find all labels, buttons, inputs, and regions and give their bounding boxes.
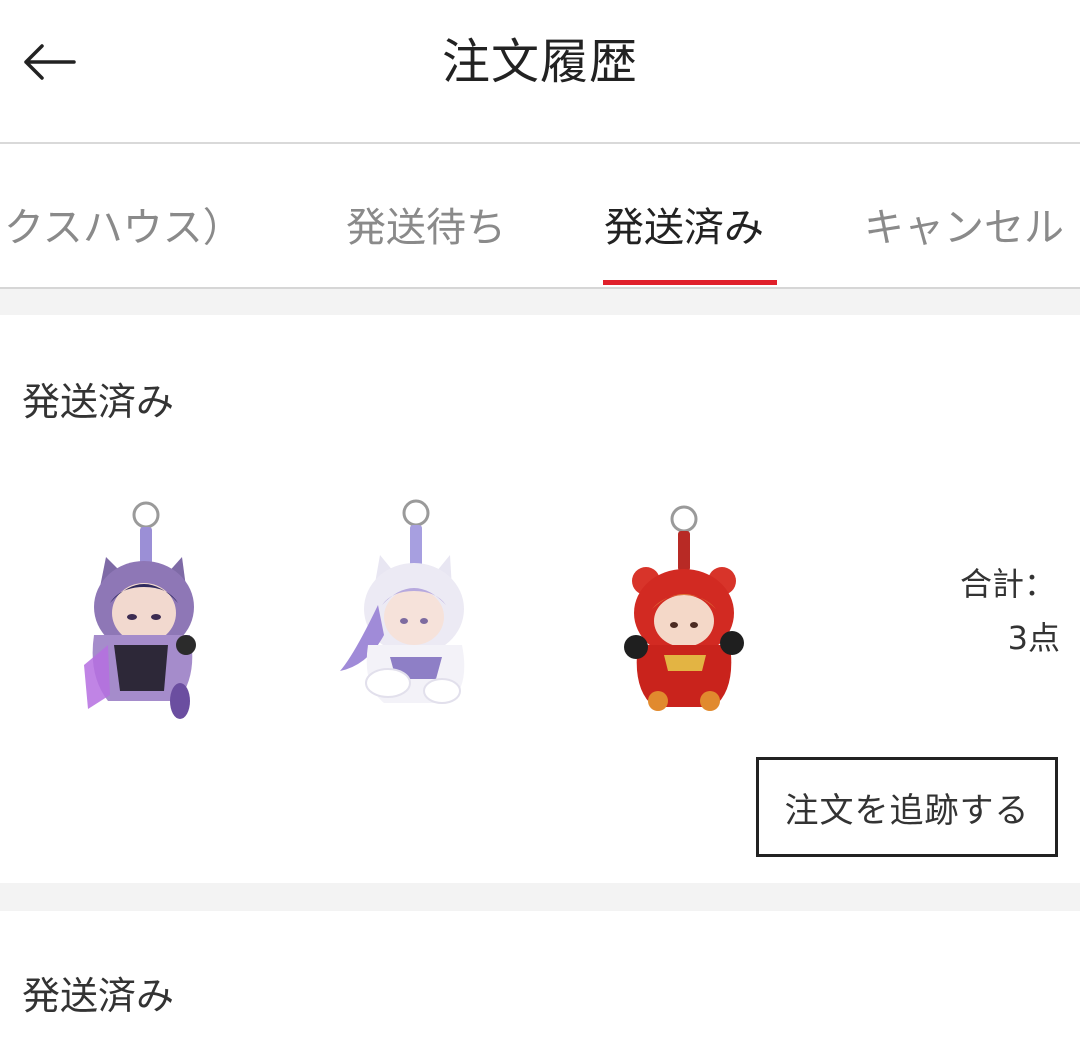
section-divider [0, 289, 1080, 315]
page-title: 注文履歴 [441, 34, 638, 90]
active-tab-indicator [603, 280, 777, 285]
product-thumbnail-purple-figure[interactable] [48, 495, 248, 725]
order-card[interactable]: 発送済み [0, 315, 1080, 883]
track-order-button[interactable]: 注文を追跡する [756, 757, 1058, 857]
product-thumbnail-red-figure[interactable] [584, 495, 784, 725]
section-divider [0, 883, 1080, 911]
tab-partial-previous[interactable]: クスハウス） [4, 202, 243, 254]
tab-shipped[interactable]: 発送済み [604, 202, 764, 254]
tab-awaiting-shipment[interactable]: 発送待ち [346, 202, 506, 254]
order-history-screen: 注文履歴 クスハウス） 発送待ち 発送済み キャンセル 発送済み 合計： 3点 … [0, 0, 1080, 1049]
order-total-label: 合計： [959, 565, 1056, 603]
order-item-count: 3点 [1007, 619, 1060, 657]
order-status-label: 発送済み [22, 974, 175, 1018]
top-app-bar: 注文履歴 [0, 0, 1080, 144]
product-thumbnail-white-figure[interactable] [318, 495, 518, 725]
keychain-figure-image [84, 501, 196, 719]
keychain-figure-image [340, 499, 465, 704]
order-status-label: 発送済み [22, 380, 175, 424]
order-card[interactable]: 発送済み [0, 911, 1080, 1049]
keychain-figure-image [624, 505, 744, 711]
tab-cancelled[interactable]: キャンセル [864, 202, 1064, 254]
order-status-tabs: クスハウス） 発送待ち 発送済み キャンセル [0, 144, 1080, 289]
